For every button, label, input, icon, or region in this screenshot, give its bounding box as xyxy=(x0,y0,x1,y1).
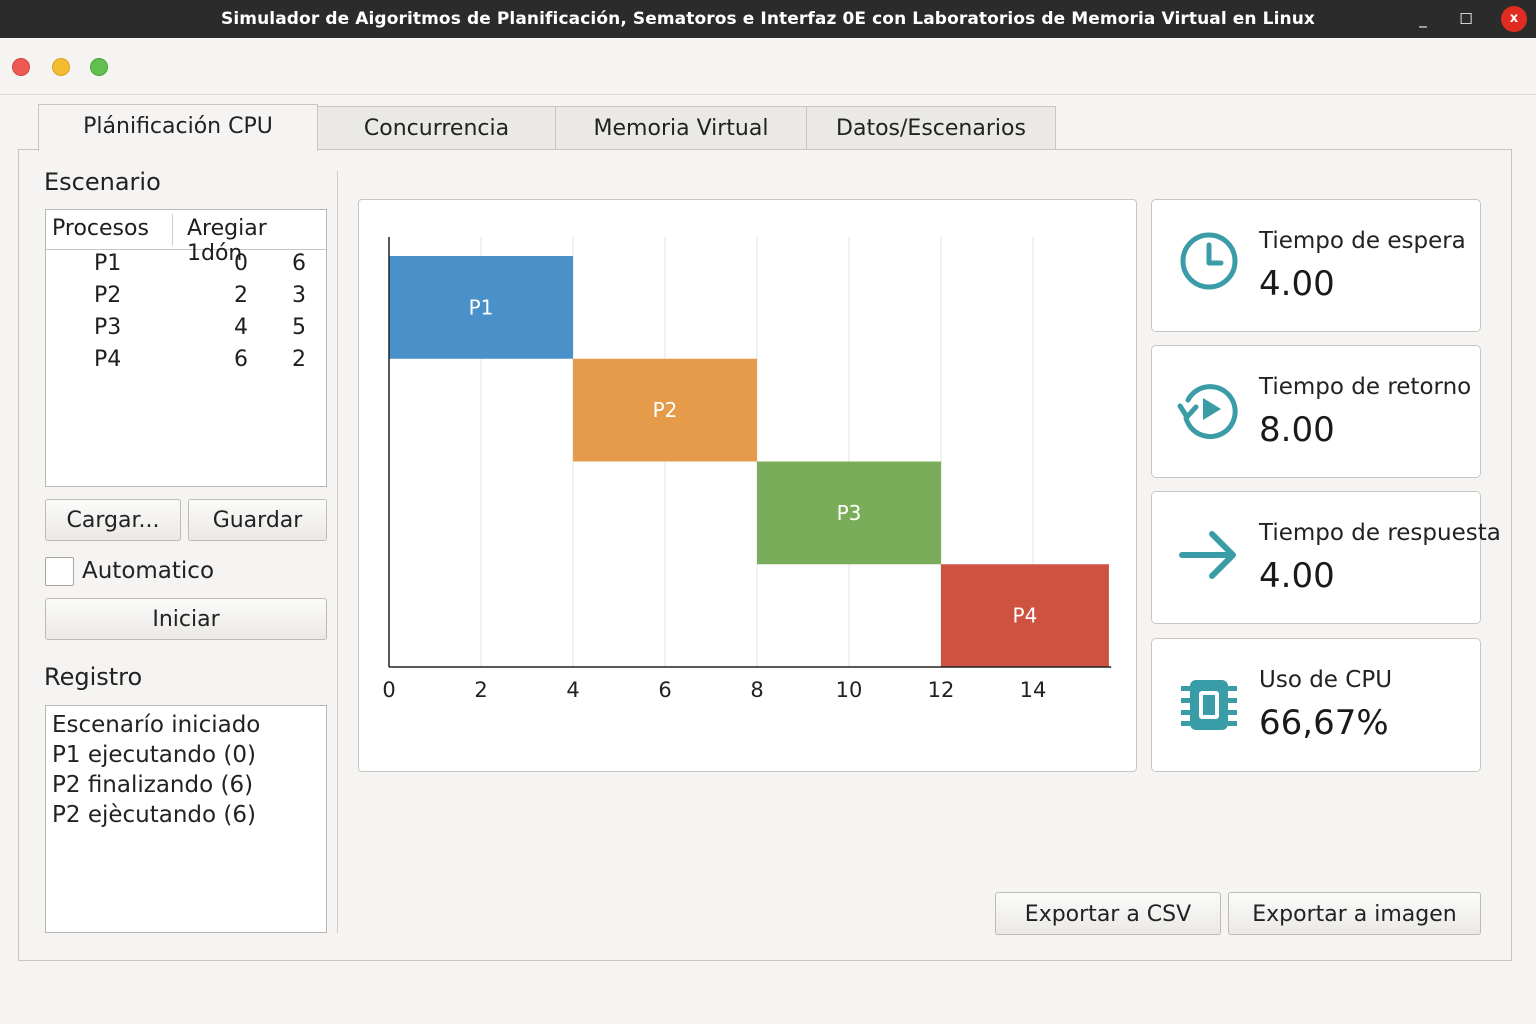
metric-card-response: Tiempo de respuesta 4.00 xyxy=(1151,491,1501,624)
process-burst: 2 xyxy=(292,347,306,372)
process-arrival: 2 xyxy=(234,283,248,308)
table-row[interactable]: P4 6 2 xyxy=(46,347,326,379)
close-button[interactable]: x xyxy=(1501,6,1527,32)
minimize-button[interactable]: _ xyxy=(1410,6,1436,32)
x-tick-label: 14 xyxy=(1020,678,1047,702)
gantt-chart: P1 P2 P3 P4 0 2 4 6 8 10 12 14 xyxy=(358,199,1137,772)
process-burst: 6 xyxy=(292,251,306,276)
metric-label: Tiempo de retorno xyxy=(1259,374,1472,400)
x-tick-label: 2 xyxy=(474,678,487,702)
gantt-bar-label: P3 xyxy=(837,501,862,525)
tab-planificacion-cpu[interactable]: Plánificación CPU xyxy=(38,104,318,151)
log-entry: P2 ejècutando (6) xyxy=(52,802,256,828)
scenario-heading: Escenario xyxy=(44,168,161,196)
column-divider xyxy=(337,171,338,933)
tab-concurrencia[interactable]: Concurrencia xyxy=(317,106,556,150)
clock-icon xyxy=(1180,232,1238,290)
x-tick-label: 4 xyxy=(566,678,579,702)
table-row[interactable]: P3 4 5 xyxy=(46,315,326,347)
metric-value: 4.00 xyxy=(1259,264,1335,304)
process-burst: 3 xyxy=(292,283,306,308)
process-table-header: Procesos Aregiar 1dón xyxy=(46,210,326,266)
x-tick-label: 10 xyxy=(836,678,863,702)
x-tick-label: 8 xyxy=(750,678,763,702)
process-arrival: 4 xyxy=(234,315,248,340)
history-icon xyxy=(1177,384,1238,440)
cpu-chip-icon xyxy=(1181,680,1237,730)
metric-value: 4.00 xyxy=(1259,556,1335,596)
gantt-bar-label: P2 xyxy=(653,398,678,422)
x-tick-label: 6 xyxy=(658,678,671,702)
zoom-dot-icon[interactable] xyxy=(90,58,108,76)
log-heading: Registro xyxy=(44,663,143,691)
arrow-right-icon xyxy=(1179,531,1236,579)
log-list[interactable]: Escenarío iniciado P1 ejecutando (0) P2 … xyxy=(45,705,327,933)
x-tick-label: 0 xyxy=(382,678,395,702)
metric-value: 66,67% xyxy=(1259,703,1389,743)
save-button[interactable]: Guardar xyxy=(188,499,327,541)
process-burst: 5 xyxy=(292,315,306,340)
column-divider xyxy=(172,214,173,246)
metric-value: 8.00 xyxy=(1259,410,1335,450)
log-entry: P2 finalizando (6) xyxy=(52,772,254,798)
process-arrival: 6 xyxy=(234,347,248,372)
metric-label: Tiempo de respuesta xyxy=(1259,520,1501,546)
tab-datos-escenarios[interactable]: Datos/Escenarios xyxy=(806,106,1056,150)
window-titlebar: Simulador de Aigoritmos de Planificación… xyxy=(0,0,1536,38)
metric-card-wait: Tiempo de espera 4.00 xyxy=(1151,199,1481,332)
process-name: P2 xyxy=(94,283,122,308)
start-button[interactable]: Iniciar xyxy=(45,598,327,640)
process-name: P4 xyxy=(94,347,122,372)
log-entry: P1 ejecutando (0) xyxy=(52,742,256,768)
export-csv-button[interactable]: Exportar a CSV xyxy=(995,892,1221,935)
metric-label: Tiempo de espera xyxy=(1259,228,1466,254)
export-image-button[interactable]: Exportar a imagen xyxy=(1228,892,1481,935)
log-entry: Escenarío iniciado xyxy=(52,712,261,738)
process-table[interactable]: Procesos Aregiar 1dón P1 0 6 P2 2 3 P3 4… xyxy=(45,209,327,487)
auto-checkbox-label[interactable]: Automatico xyxy=(82,558,214,584)
gantt-bar-label: P1 xyxy=(469,295,494,319)
auto-checkbox[interactable] xyxy=(45,557,74,586)
maximize-button[interactable]: ☐ xyxy=(1453,6,1479,32)
metric-card-turnaround: Tiempo de retorno 8.00 xyxy=(1151,345,1481,478)
close-dot-icon[interactable] xyxy=(12,58,30,76)
process-arrival: 0 xyxy=(234,251,248,276)
process-name: P3 xyxy=(94,315,122,340)
x-tick-label: 12 xyxy=(928,678,955,702)
load-button[interactable]: Cargar... xyxy=(45,499,181,541)
table-row[interactable]: P2 2 3 xyxy=(46,283,326,315)
toolbar-divider xyxy=(0,94,1536,95)
tab-memoria-virtual[interactable]: Memoria Virtual xyxy=(555,106,807,150)
minimize-dot-icon[interactable] xyxy=(52,58,70,76)
window-title: Simulador de Aigoritmos de Planificación… xyxy=(221,9,1315,29)
column-header-procesos[interactable]: Procesos xyxy=(52,216,149,241)
table-row[interactable]: P1 0 6 xyxy=(46,251,326,283)
process-name: P1 xyxy=(94,251,122,276)
metric-card-cpu: Uso de CPU 66,67% xyxy=(1151,638,1481,772)
gantt-chart-svg: P1 P2 P3 P4 0 2 4 6 8 10 12 14 xyxy=(382,237,1112,702)
metric-label: Uso de CPU xyxy=(1259,667,1393,693)
gantt-bar-label: P4 xyxy=(1013,604,1038,628)
